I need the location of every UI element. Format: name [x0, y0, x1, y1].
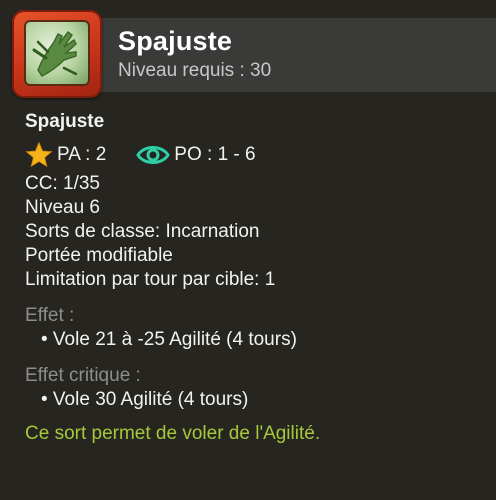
spell-name: Spajuste	[25, 111, 105, 132]
tooltip-header: Spajuste Niveau requis : 30	[0, 0, 496, 100]
eye-icon	[136, 146, 171, 164]
effect-item: • Vole 21 à -25 Agilité (4 tours)	[41, 329, 297, 350]
po-stat: PO : 1 - 6	[136, 142, 256, 168]
critical-chance: CC: 1/35	[25, 173, 100, 194]
effect-label: Effet :	[25, 305, 75, 326]
spell-icon-frame	[12, 10, 102, 98]
spell-costs: PA : 2 PO : 1 - 6	[25, 140, 485, 170]
spell-level: Niveau 6	[25, 197, 100, 218]
star-icon	[25, 141, 53, 168]
spell-description: Ce sort permet de voler de l'Agilité.	[25, 423, 321, 444]
range-modifiable: Portée modifiable	[25, 245, 173, 266]
spell-tooltip: Spajuste Niveau requis : 30 Spajuste PA …	[0, 0, 496, 500]
pa-stat: PA : 2	[25, 141, 106, 169]
spell-title: Spajuste	[118, 26, 233, 56]
required-level: Niveau requis : 30	[118, 60, 272, 81]
critical-effect-label: Effet critique :	[25, 365, 141, 386]
pa-label: PA : 2	[57, 144, 107, 165]
hand-spell-icon	[24, 20, 90, 86]
critical-effect-item: • Vole 30 Agilité (4 tours)	[41, 389, 249, 410]
cast-limit: Limitation par tour par cible: 1	[25, 269, 276, 290]
po-label: PO : 1 - 6	[174, 144, 256, 165]
tooltip-body: Spajuste PA : 2 PO : 1 - 6 CC: 1/35 Nive…	[25, 110, 485, 446]
spell-class: Sorts de classe: Incarnation	[25, 221, 260, 242]
